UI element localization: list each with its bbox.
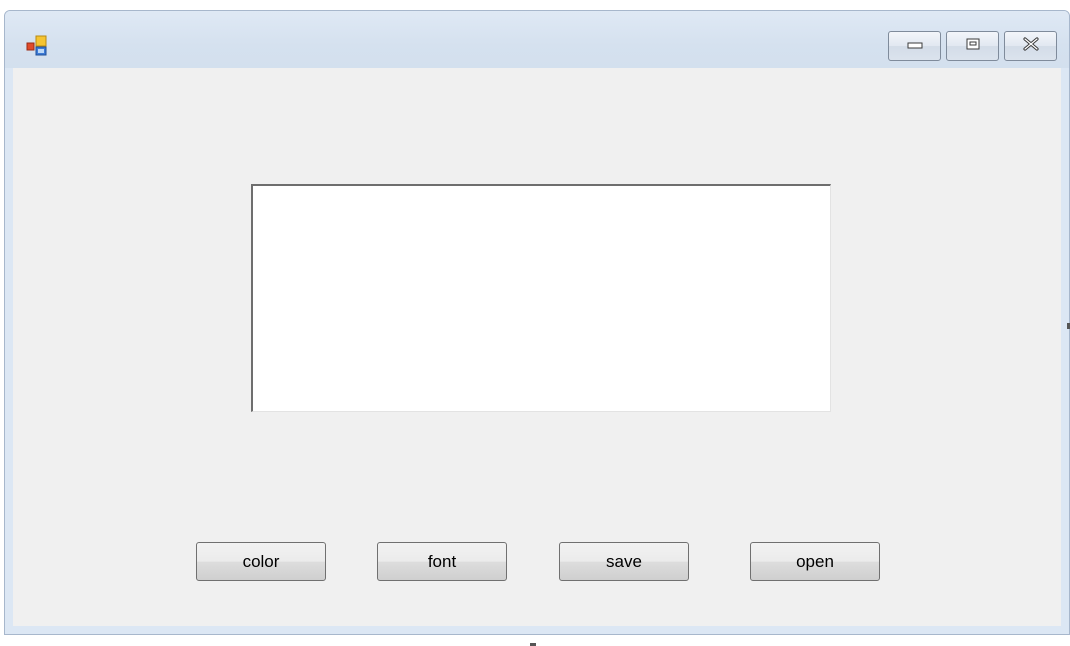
application-window-icon[interactable]: [26, 35, 48, 57]
minimize-button[interactable]: [888, 31, 941, 61]
caption-buttons: [888, 31, 1057, 61]
client-area: color font save open: [13, 68, 1061, 626]
maximize-button[interactable]: [946, 31, 999, 61]
close-icon: [1022, 36, 1040, 56]
open-button[interactable]: open: [750, 542, 880, 581]
app-window: color font save open: [4, 10, 1070, 635]
save-button[interactable]: save: [559, 542, 689, 581]
text-editor[interactable]: [251, 184, 831, 412]
maximize-icon: [966, 37, 980, 55]
color-button[interactable]: color: [196, 542, 326, 581]
minimize-icon: [907, 37, 923, 55]
close-button[interactable]: [1004, 31, 1057, 61]
font-button[interactable]: font: [377, 542, 507, 581]
